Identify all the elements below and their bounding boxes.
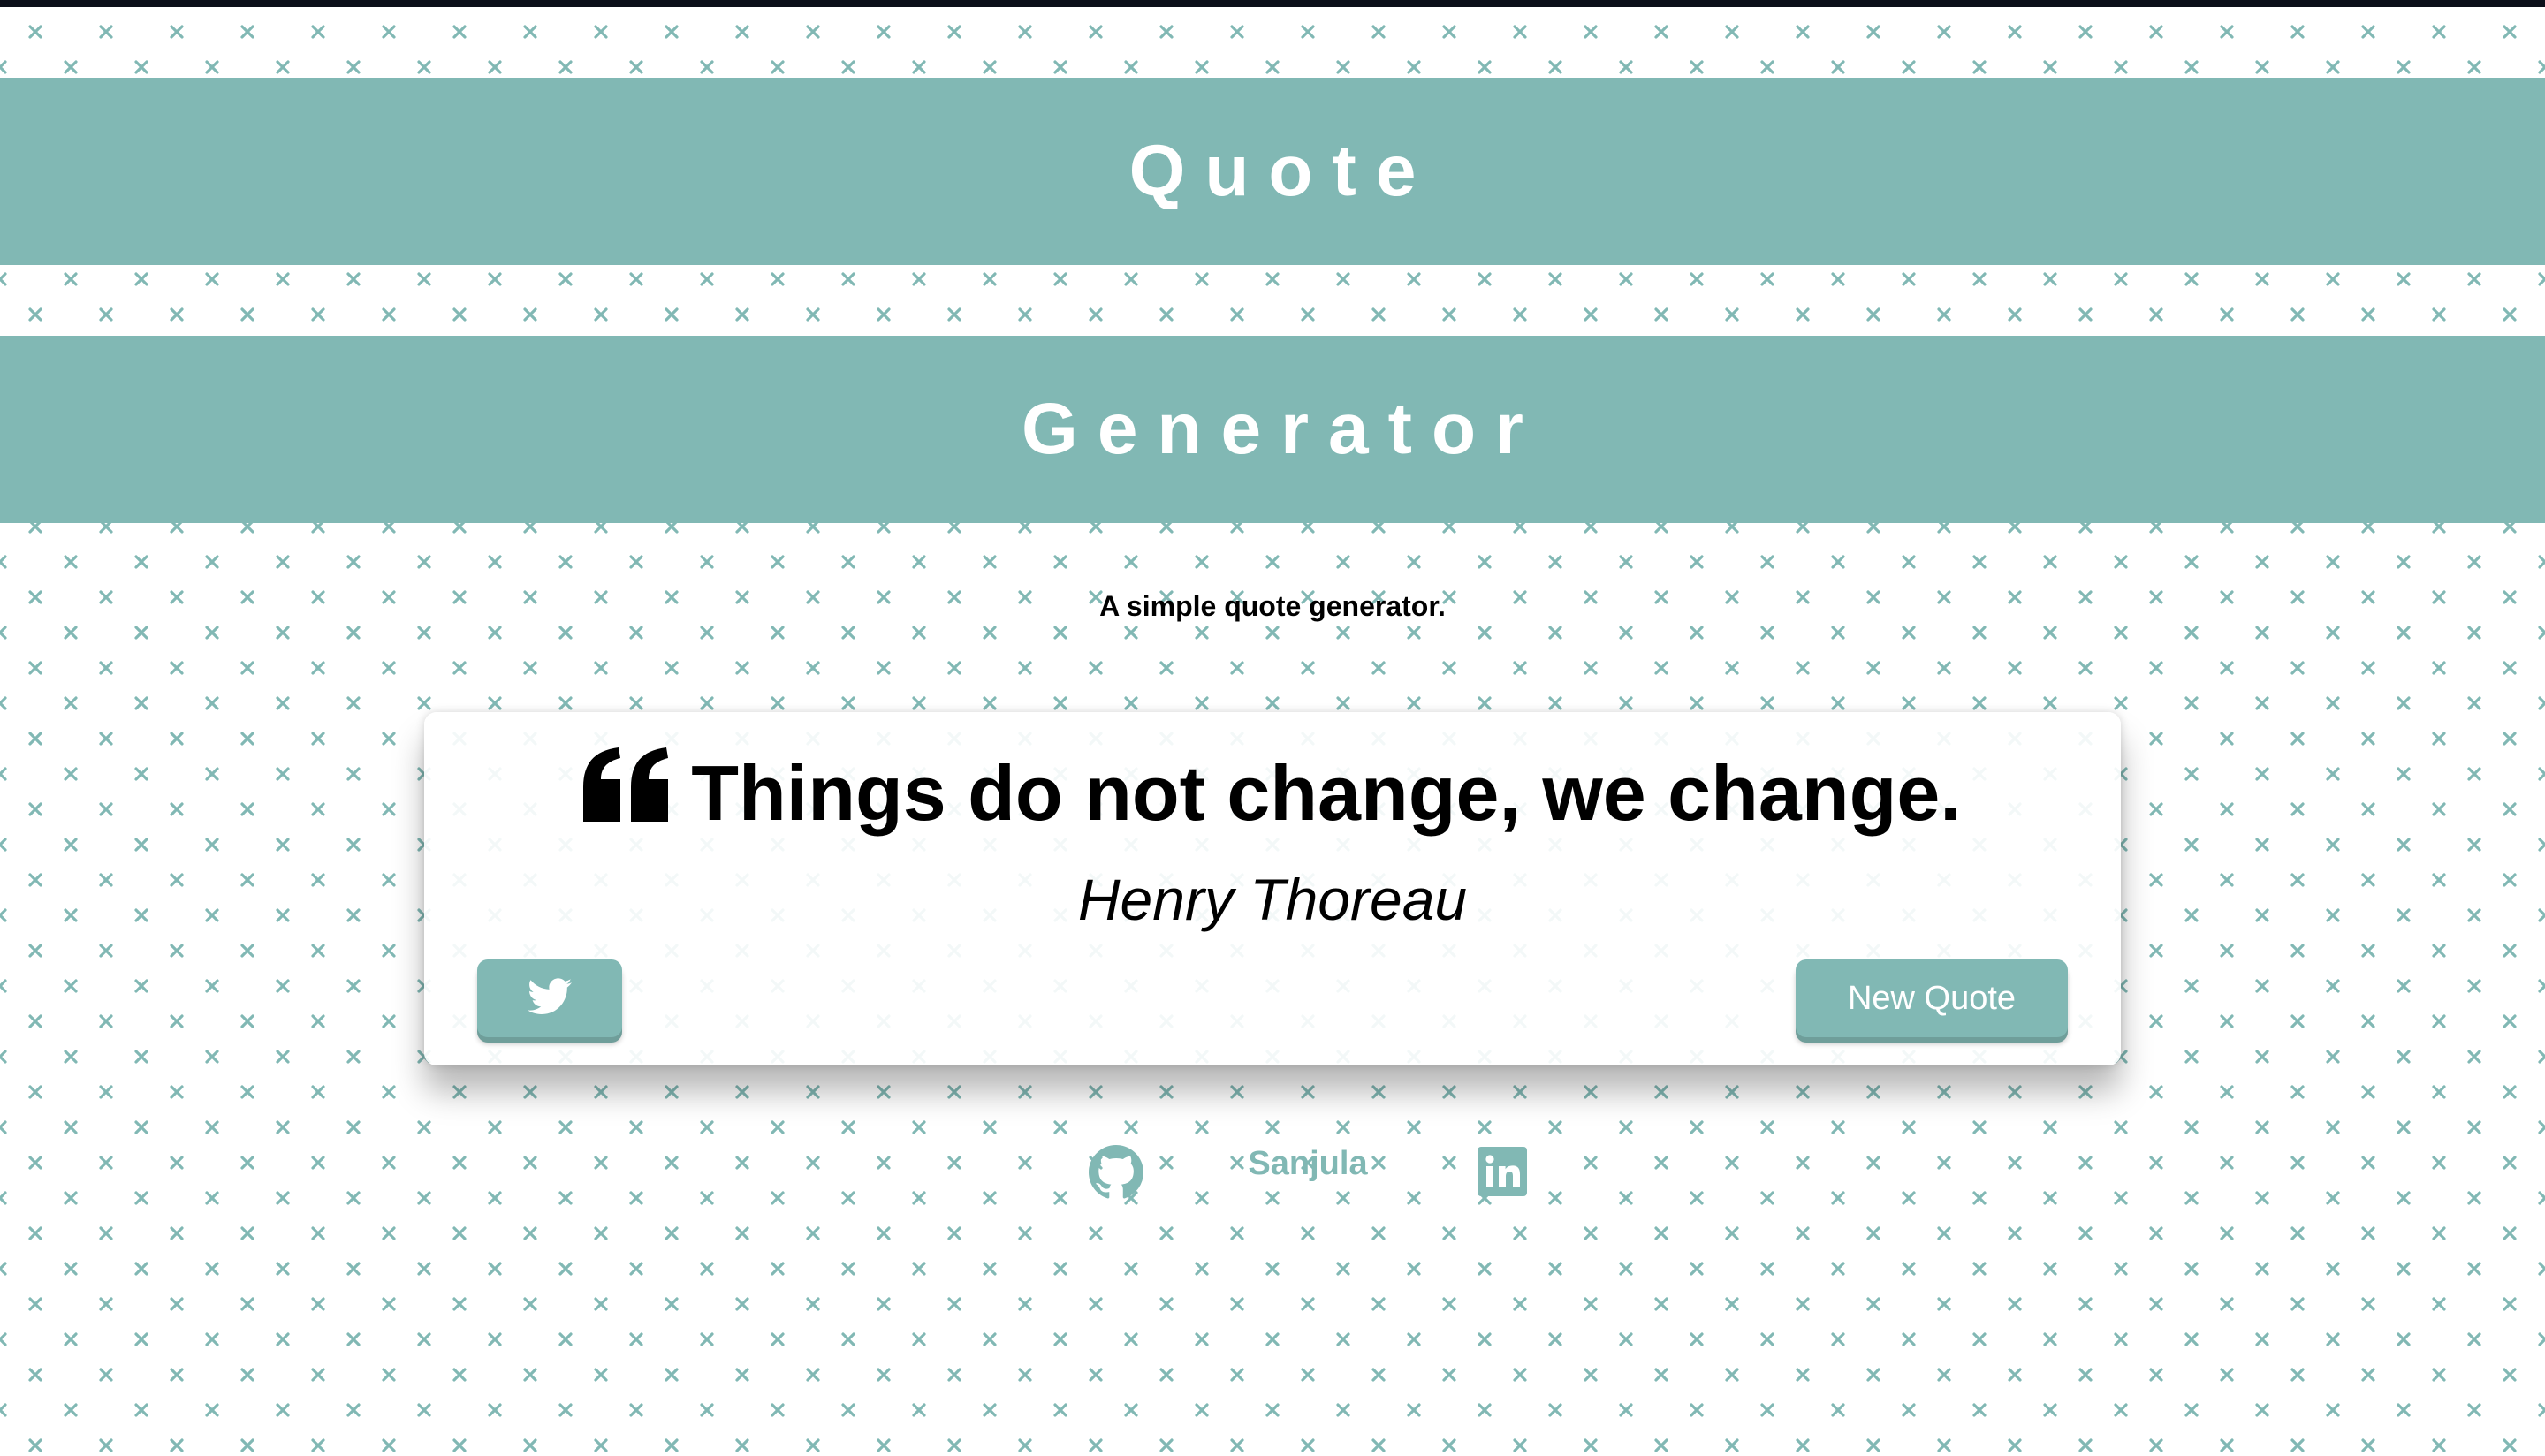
tweet-button[interactable] xyxy=(477,959,622,1037)
new-quote-label: New Quote xyxy=(1847,979,2017,1017)
quote-text: Things do not change, we change. xyxy=(691,749,1962,837)
twitter-icon xyxy=(528,977,572,1020)
quote-author: Henry Thoreau xyxy=(1077,867,1468,932)
quote-line: Things do not change, we change. xyxy=(424,747,2121,840)
new-quote-button[interactable]: New Quote xyxy=(1796,959,2068,1037)
quote-left-icon xyxy=(583,747,670,840)
window-top-edge xyxy=(0,0,2545,7)
linkedin-icon[interactable] xyxy=(1478,1147,1527,1196)
title-band-generator: Generator xyxy=(0,336,2545,523)
author-link[interactable]: Sanjula xyxy=(1219,1145,1396,1183)
github-icon[interactable] xyxy=(1089,1145,1143,1200)
page-subtitle: A simple quote generator. xyxy=(1099,590,1446,622)
title-quote: Quote xyxy=(1128,131,1436,211)
title-band-quote: Quote xyxy=(0,78,2545,265)
quote-card: Things do not change, we change. Henry T… xyxy=(424,712,2121,1065)
title-generator: Generator xyxy=(1022,389,1543,469)
